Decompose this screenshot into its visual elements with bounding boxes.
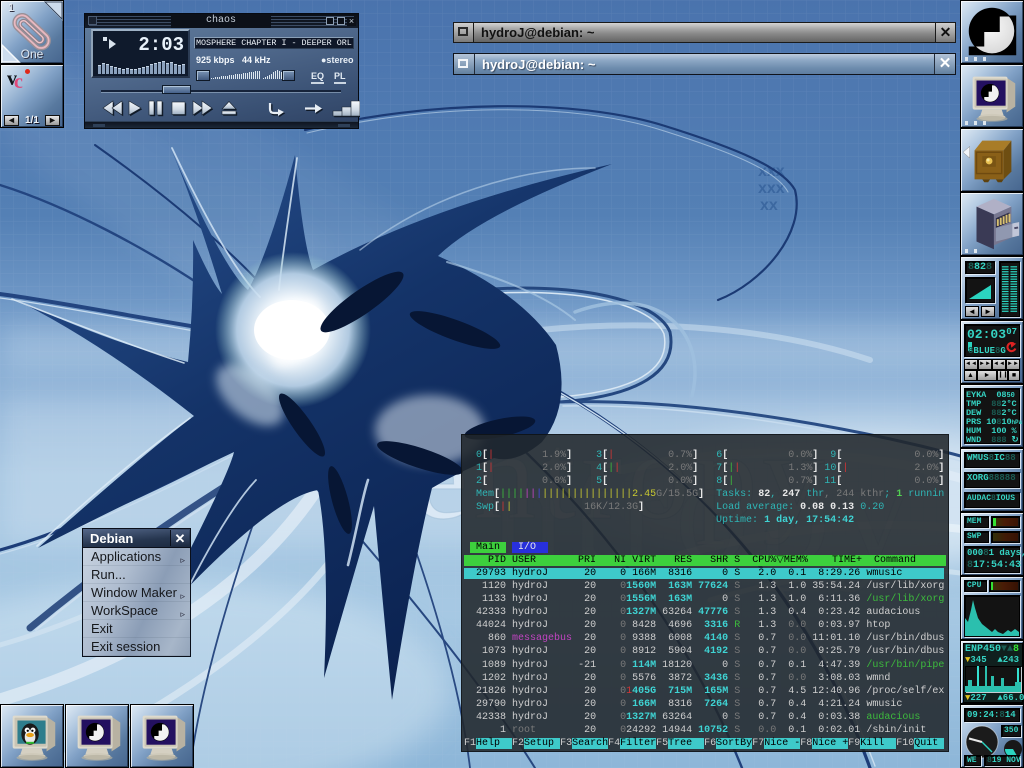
svg-text:xx: xx [760,197,778,214]
svg-text:xxx: xxx [758,163,785,180]
